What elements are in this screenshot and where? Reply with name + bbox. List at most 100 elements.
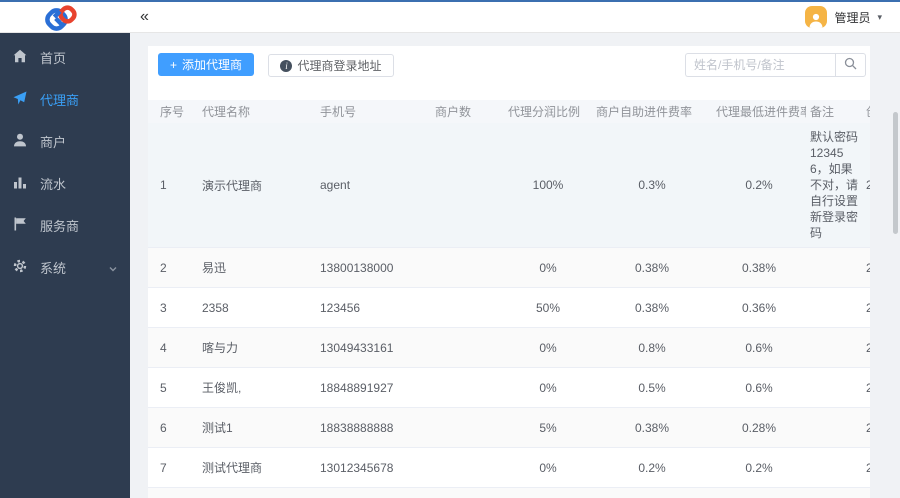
window-top-strip [0, 0, 900, 2]
sidebar-item-system[interactable]: 系统 [0, 249, 130, 285]
column-header-no: 序号 [160, 105, 185, 119]
topbar: « 管理员 ▾ [0, 2, 900, 33]
table-row: 8哦哦123456789 0%0.5%0.25% 2 [148, 487, 870, 498]
cell-merchants [431, 368, 504, 408]
cell-name: 测试1 [202, 421, 233, 435]
caret-down-icon: ▾ [877, 11, 882, 22]
cell-phone: 123456 [320, 300, 361, 315]
gear-icon [13, 259, 27, 276]
search-button[interactable] [835, 53, 866, 77]
vertical-scrollbar-thumb[interactable] [893, 112, 898, 234]
cell-merchant_rate: 0.5% [592, 488, 712, 498]
cell-share: 0% [539, 380, 557, 395]
cell-merchants [431, 488, 504, 498]
cell-share: 0% [539, 460, 557, 475]
sidebar-item-agents[interactable]: 代理商 [0, 81, 130, 117]
cell-agent_min_rate: 0.38% [741, 260, 777, 275]
sidebar-item-providers[interactable]: 服务商 [0, 207, 130, 243]
cell-created: 2 [862, 248, 870, 288]
cell-merchants [431, 328, 504, 368]
sidebar-item-label: 流水 [40, 176, 67, 192]
cell-share: 50% [535, 300, 561, 315]
agent-login-url-button[interactable]: i 代理商登录地址 [268, 54, 394, 77]
table-row: 3 2358 123456 50% 0.38% 0.36% 2 [148, 287, 870, 328]
cell-no: 2 [160, 260, 167, 275]
home-icon [13, 49, 27, 66]
cell-name: 2358 [202, 300, 229, 315]
cell-remark [806, 288, 862, 328]
cell-name: 王俊凯, [202, 381, 242, 395]
cell-agent_min_rate: 0.36% [741, 300, 777, 315]
cell-created: 2 [862, 288, 870, 328]
cell-merchant_rate: 0.2% [638, 460, 666, 475]
bar-chart-icon [13, 175, 27, 192]
add-agent-label: 添加代理商 [182, 58, 243, 72]
sidebar-item-transactions[interactable]: 流水 [0, 165, 130, 201]
cell-phone: agent [320, 178, 351, 192]
sidebar-item-label: 代理商 [40, 92, 80, 108]
sidebar-collapse-icon[interactable]: « [140, 8, 149, 26]
cell-merchants [431, 408, 504, 448]
cell-agent_min_rate: 0.2% [745, 178, 773, 192]
cell-merchant_rate: 0.8% [638, 340, 666, 355]
cell-remark [806, 328, 862, 368]
column-header-created: 创建时间 [862, 100, 870, 123]
cell-phone: 13049433161 [320, 340, 394, 355]
cell-merchant_rate: 0.5% [638, 380, 666, 395]
cell-no: 6 [160, 420, 167, 435]
cell-merchants [431, 248, 504, 288]
cell-no: 4 [160, 340, 167, 355]
search-icon [844, 57, 857, 73]
sidebar-item-label: 系统 [40, 260, 67, 276]
main-content: + 添加代理商 i 代理商登录地址 序号 代理名称 手机号 商户数 代理分润比例 商户自助… [130, 33, 900, 498]
search-input[interactable] [685, 53, 835, 77]
agents-card: + 添加代理商 i 代理商登录地址 序号 代理名称 手机号 商户数 代理分润比例 商户自助… [148, 46, 870, 498]
agent-login-url-label: 代理商登录地址 [297, 59, 382, 73]
cell-name: 测试代理商 [202, 461, 263, 475]
cell-share: 100% [532, 178, 564, 192]
cell-name: 演示代理商 [202, 178, 263, 193]
table-row: 6 测试1 18838888888 5% 0.38% 0.28% 2 [148, 407, 870, 448]
cell-share: 0% [539, 260, 557, 275]
cell-created: 2 [862, 123, 870, 248]
admin-label: 管理员 [834, 10, 871, 25]
cell-created: 2 [862, 488, 870, 498]
cell-no: 7 [160, 460, 167, 475]
plus-icon: + [170, 57, 178, 72]
search-group [685, 53, 866, 77]
cell-created: 2 [862, 448, 870, 488]
cell-share: 0% [539, 340, 557, 355]
cell-no: 8 [148, 488, 198, 498]
chevron-down-icon [108, 262, 118, 277]
table-row: 1 演示代理商 agent 100% 0.3% 0.2% 默认密码123456，如果不对，请… [148, 123, 870, 248]
column-header-name: 代理名称 [202, 105, 251, 119]
info-icon: i [280, 59, 293, 72]
table-row: 2 易迅 13800138000 0% 0.38% 0.38% 2 [148, 247, 870, 288]
cell-remark [806, 248, 862, 288]
sidebar-item-label: 商户 [40, 134, 67, 150]
cell-remark: 默认密码123456，如果不对，请自行设置新登录密码 [810, 130, 859, 240]
cell-remark [806, 488, 862, 498]
cell-agent_min_rate: 0.6% [745, 380, 773, 395]
avatar [805, 6, 828, 28]
add-agent-button[interactable]: + 添加代理商 [158, 53, 255, 76]
cell-merchant_rate: 0.38% [634, 300, 670, 315]
column-header-remark: 备注 [810, 105, 835, 119]
cell-merchants [431, 123, 504, 248]
sidebar-item-home[interactable]: 首页 [0, 39, 130, 75]
table-row: 5 王俊凯, 18848891927 0% 0.5% 0.6% 2 [148, 367, 870, 408]
cell-merchant_rate: 0.3% [638, 178, 666, 192]
column-header-merchant_rate: 商户自助进件费率 [596, 105, 693, 119]
cell-share: 5% [539, 420, 557, 435]
sidebar: 首页 代理商 商户 流水 服务商 系统 [0, 33, 130, 498]
cell-no: 5 [160, 380, 167, 395]
cell-phone: 13012345678 [320, 460, 394, 475]
column-header-phone: 手机号 [320, 105, 357, 119]
app-logo-icon [38, 5, 82, 37]
cell-agent_min_rate: 0.25% [712, 488, 806, 498]
sidebar-item-merchants[interactable]: 商户 [0, 123, 130, 159]
table-row: 7 测试代理商 13012345678 0% 0.2% 0.2% 2 [148, 447, 870, 488]
admin-menu[interactable]: 管理员 ▾ [805, 6, 882, 28]
agents-table: 序号 代理名称 手机号 商户数 代理分润比例 商户自助进件费率 代理最低进件费率备注 创建时间… [148, 100, 870, 498]
cell-name: 哦哦 [198, 488, 316, 498]
